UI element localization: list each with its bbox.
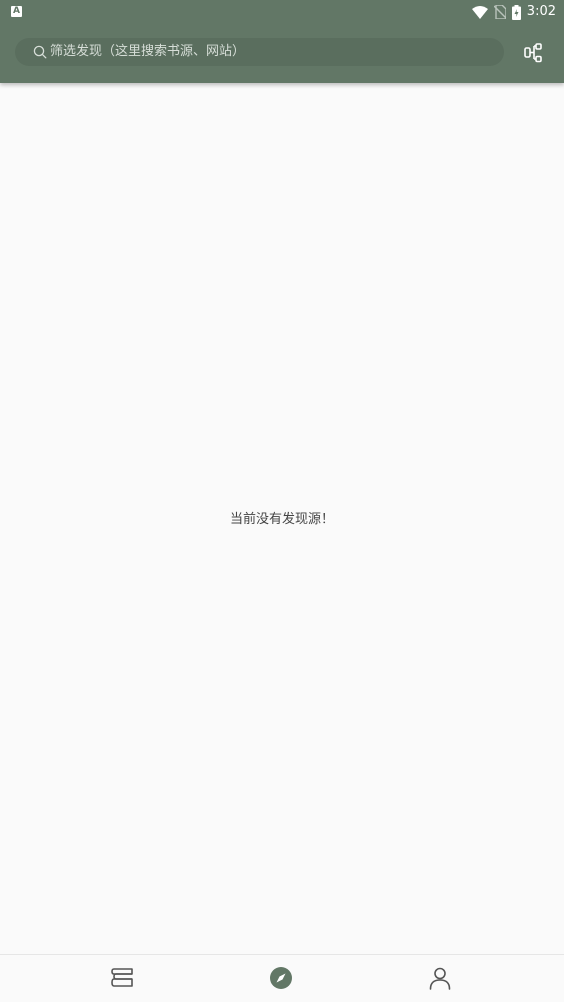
nav-item-bookshelf[interactable] xyxy=(110,965,136,991)
explore-content: 当前没有发现源！ xyxy=(0,83,564,954)
compass-icon xyxy=(270,967,292,989)
app-root: A 3:02 筛选发现（这里搜索书源、网站） 当前没有发现源！ xyxy=(0,0,564,1002)
empty-state-message: 当前没有发现源！ xyxy=(229,512,334,527)
nav-item-profile[interactable] xyxy=(427,965,453,991)
battery-charging-icon xyxy=(511,4,521,20)
search-input[interactable]: 筛选发现（这里搜索书源、网站） xyxy=(15,38,504,66)
nav-item-explore[interactable] xyxy=(268,965,294,991)
status-bar: A 3:02 xyxy=(0,0,564,24)
bookshelf-icon xyxy=(111,968,133,987)
config-button[interactable] xyxy=(521,41,545,65)
person-icon xyxy=(429,967,451,990)
top-app-bar: A 3:02 筛选发现（这里搜索书源、网站） xyxy=(0,0,564,83)
flow-config-icon xyxy=(524,43,542,63)
search-placeholder: 筛选发现（这里搜索书源、网站） xyxy=(50,44,246,59)
status-icons: 3:02 xyxy=(471,3,556,21)
search-icon xyxy=(33,45,47,59)
status-time: 3:02 xyxy=(526,4,556,19)
no-sim-icon xyxy=(493,5,506,19)
wifi-icon xyxy=(471,5,488,19)
text-a-icon: A xyxy=(11,6,22,17)
bottom-navigation xyxy=(0,954,564,1002)
